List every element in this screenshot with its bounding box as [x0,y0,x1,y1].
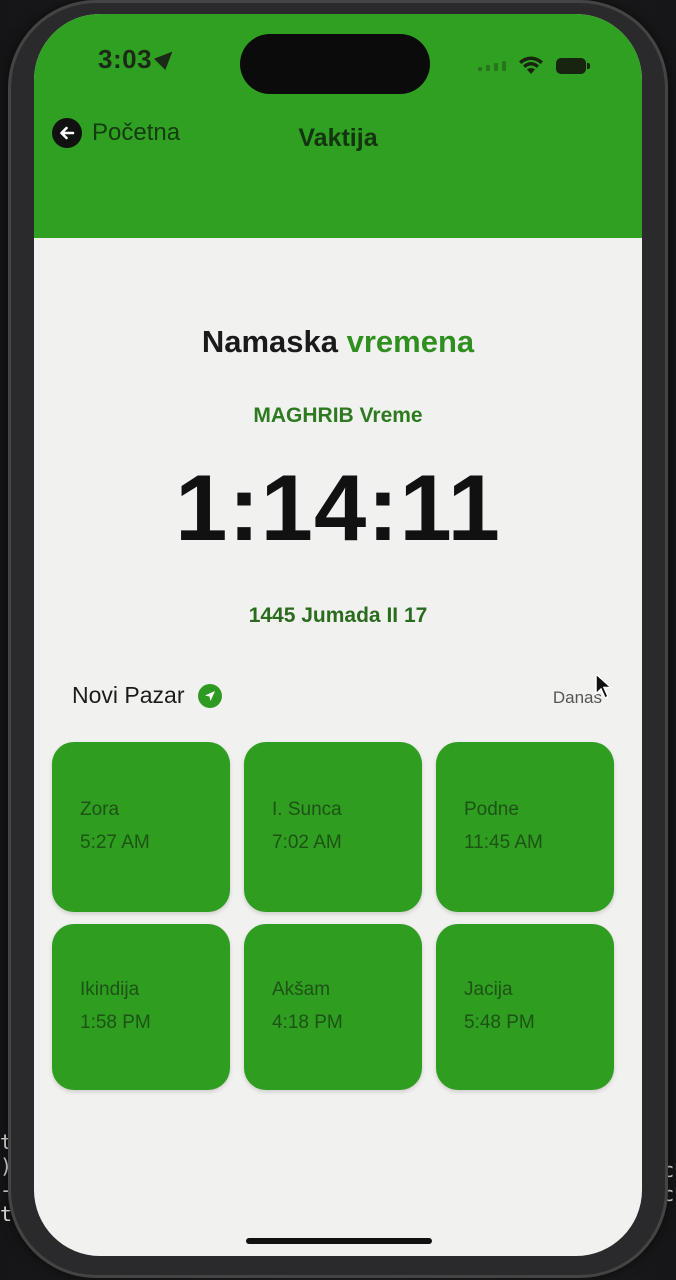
prayer-tile-ikindija[interactable]: Ikindija 1:58 PM [52,924,230,1090]
prayer-time: 5:48 PM [464,1012,535,1033]
wifi-icon [518,56,544,76]
location-arrow-icon [154,45,179,71]
city-selector: Novi Pazar [72,682,223,709]
prayer-time: 5:27 AM [80,832,150,853]
status-time-text: 3:03 [98,44,153,74]
dynamic-island [240,34,430,94]
prayer-time: 11:45 AM [464,832,543,853]
app-header: 3:03 Početna Vaktija [34,14,642,238]
countdown-timer: 1:14:11 [175,455,501,560]
app-screen: 3:03 Početna Vaktija Namaska vremena MAG… [34,14,642,1256]
prayer-tile-izlazak-sunca[interactable]: I. Sunca 7:02 AM [244,742,422,912]
page-title-part1: Namaska [201,324,338,359]
battery-icon [556,58,590,74]
nav-title: Vaktija [298,124,378,152]
prayer-name: Podne [464,799,519,820]
current-prayer-label: MAGHRIB Vreme [253,404,423,427]
prayer-name: Jacija [464,979,513,1000]
photo-background: t f ) fi -loc tific od c nd c 3:03 [0,0,676,1280]
prayer-tile-jacija[interactable]: Jacija 5:48 PM [436,924,614,1090]
prayer-time: 7:02 AM [272,832,342,853]
status-bar-time: 3:03 [98,44,179,75]
prayer-tile-podne[interactable]: Podne 11:45 AM [436,742,614,912]
prayer-times-grid: Zora 5:27 AM I. Sunca 7:02 AM Podne 11:4… [52,742,616,1090]
home-indicator[interactable] [246,1238,432,1244]
hijri-date: 1445 Jumada II 17 [248,604,428,627]
prayer-tile-aksam[interactable]: Akšam 4:18 PM [244,924,422,1090]
prayer-name: I. Sunca [272,799,342,820]
city-name: Novi Pazar [72,682,185,708]
page-title-part2: vremena [346,324,475,359]
mouse-cursor-icon [595,672,613,700]
status-bar-indicators [478,56,590,76]
location-row: Novi Pazar Danas [72,672,613,712]
phone-frame: 3:03 Početna Vaktija Namaska vremena MAG… [8,0,668,1278]
prayer-name: Ikindija [80,979,140,1000]
prayer-time: 4:18 PM [272,1012,343,1033]
prayer-name: Akšam [272,979,331,1000]
prayer-name: Zora [80,799,120,820]
location-icon[interactable] [198,683,223,708]
page-title: Namaska vremena [34,324,642,360]
prayer-time: 1:58 PM [80,1012,151,1033]
cellular-signal-icon [478,61,506,71]
prayer-tile-zora[interactable]: Zora 5:27 AM [52,742,230,912]
